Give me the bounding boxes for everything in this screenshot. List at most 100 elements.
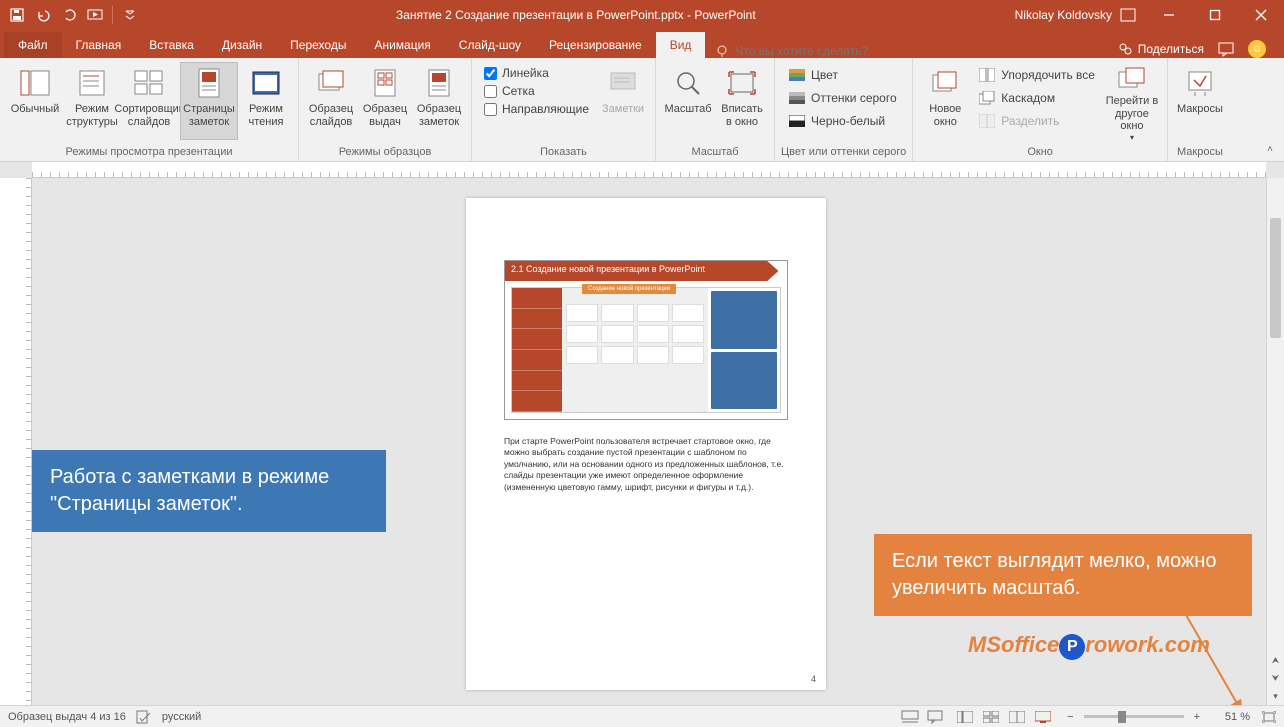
outline-view-button[interactable]: Режим структуры <box>66 62 118 140</box>
watermark-logo: MSofficeProwork.com <box>968 632 1210 660</box>
user-name: Nikolay Koldovsky <box>1015 8 1112 22</box>
notes-master-button[interactable]: Образец заметок <box>413 62 465 140</box>
tell-me-input[interactable] <box>735 44 905 58</box>
notes-page-button[interactable]: Страницы заметок <box>180 62 238 140</box>
tab-file[interactable]: Файл <box>4 32 62 58</box>
group-show: Линейка Сетка Направляющие Заметки Показ… <box>472 58 656 161</box>
fit-to-window-button[interactable]: Вписать в окно <box>716 62 768 140</box>
status-bar: Образец выдач 4 из 16 русский − + 51 % <box>0 705 1284 727</box>
slide-body: Создание новой презентации <box>511 287 781 413</box>
tab-review[interactable]: Рецензирование <box>535 32 656 58</box>
slide-title: 2.1 Создание новой презентации в PowerPo… <box>505 261 787 281</box>
zoom-out-button[interactable]: − <box>1063 711 1077 723</box>
vertical-scrollbar[interactable]: ⮝ ⮟ ▾ <box>1266 178 1284 705</box>
reading-view-icon[interactable] <box>1005 708 1029 726</box>
ribbon: Обычный Режим структуры Сортировщик слай… <box>0 58 1284 162</box>
reading-view-button[interactable]: Режим чтения <box>240 62 292 140</box>
minimize-button[interactable] <box>1146 0 1192 30</box>
notes-text[interactable]: При старте PowerPoint пользователя встре… <box>504 436 788 493</box>
share-button[interactable]: Поделиться <box>1118 42 1204 56</box>
normal-view-button[interactable]: Обычный <box>6 62 64 140</box>
work-area: ⮝ ⮟ ▾ 2.1 Создание новой презентации в P… <box>0 162 1284 705</box>
maximize-button[interactable] <box>1192 0 1238 30</box>
tab-slideshow[interactable]: Слайд-шоу <box>445 32 535 58</box>
annotation-orange: Если текст выглядит мелко, можно увеличи… <box>874 534 1252 616</box>
slide-master-button[interactable]: Образец слайдов <box>305 62 357 140</box>
comments-button[interactable] <box>927 710 943 724</box>
canvas[interactable]: 2.1 Создание новой презентации в PowerPo… <box>32 178 1266 705</box>
black-white-button[interactable]: Черно-белый <box>785 110 901 132</box>
close-button[interactable] <box>1238 0 1284 30</box>
color-button[interactable]: Цвет <box>785 64 901 86</box>
tab-insert[interactable]: Вставка <box>135 32 208 58</box>
tab-view[interactable]: Вид <box>656 32 706 58</box>
handout-master-button[interactable]: Образец выдач <box>359 62 411 140</box>
grayscale-button[interactable]: Оттенки серого <box>785 87 901 109</box>
start-from-beginning-button[interactable] <box>84 4 106 26</box>
notes-button[interactable]: Заметки <box>597 62 649 140</box>
macros-button[interactable]: Макросы <box>1174 62 1226 140</box>
qat-customize-button[interactable] <box>119 4 141 26</box>
guides-checkbox[interactable]: Направляющие <box>484 102 589 116</box>
vertical-ruler[interactable] <box>0 178 32 705</box>
slide-thumbnail[interactable]: 2.1 Создание новой презентации в PowerPo… <box>504 260 788 420</box>
collapse-ribbon-button[interactable]: ˄ <box>1262 141 1278 157</box>
slideshow-view-icon[interactable] <box>1031 708 1055 726</box>
share-icon <box>1118 42 1132 56</box>
tell-me-search[interactable] <box>705 44 915 58</box>
fit-button[interactable] <box>1262 711 1276 723</box>
arrange-all-button[interactable]: Упорядочить все <box>975 64 1099 86</box>
switch-windows-button[interactable]: Перейти в другое окно▾ <box>1103 62 1161 140</box>
tab-design[interactable]: Дизайн <box>208 32 276 58</box>
gridlines-checkbox[interactable]: Сетка <box>484 84 589 98</box>
ruler-checkbox[interactable]: Линейка <box>484 66 589 80</box>
scrollbar-thumb[interactable] <box>1270 218 1281 338</box>
zoom-button[interactable]: Масштаб <box>662 62 714 140</box>
user-icon <box>1120 8 1136 22</box>
ribbon-tabs: Файл Главная Вставка Дизайн Переходы Ани… <box>0 30 1284 58</box>
tab-transitions[interactable]: Переходы <box>276 32 360 58</box>
user-area[interactable]: Nikolay Koldovsky <box>1005 8 1146 22</box>
group-window: Новое окно Упорядочить все Каскадом Разд… <box>913 58 1168 161</box>
app-name: PowerPoint <box>694 8 755 22</box>
move-split-button[interactable]: Разделить <box>975 110 1099 132</box>
save-button[interactable] <box>6 4 28 26</box>
normal-view-icon[interactable] <box>953 708 977 726</box>
prev-slide-button[interactable]: ⮝ <box>1267 651 1284 669</box>
status-slide-count[interactable]: Образец выдач 4 из 16 <box>8 711 126 723</box>
horizontal-ruler[interactable] <box>32 162 1266 178</box>
redo-button[interactable] <box>58 4 80 26</box>
status-language[interactable]: русский <box>162 711 201 723</box>
view-buttons <box>953 708 1055 726</box>
comments-icon[interactable] <box>1218 41 1234 57</box>
feedback-smiley-icon[interactable]: ☺ <box>1248 40 1266 58</box>
notes-page[interactable]: 2.1 Создание новой презентации в PowerPo… <box>466 198 826 690</box>
lightbulb-icon <box>715 44 729 58</box>
notes-toggle-button[interactable] <box>901 710 919 724</box>
group-zoom: Масштаб Вписать в окно Масштаб <box>656 58 775 161</box>
quick-access-toolbar <box>0 4 147 26</box>
new-window-button[interactable]: Новое окно <box>919 62 971 140</box>
group-color-grayscale: Цвет Оттенки серого Черно-белый Цвет или… <box>775 58 913 161</box>
zoom-level[interactable]: 51 % <box>1210 711 1250 723</box>
next-slide-button[interactable]: ⮟ <box>1267 669 1284 687</box>
group-presentation-views: Обычный Режим структуры Сортировщик слай… <box>0 58 299 161</box>
zoom-slider[interactable] <box>1084 715 1184 718</box>
slide-sorter-button[interactable]: Сортировщик слайдов <box>120 62 178 140</box>
cascade-button[interactable]: Каскадом <box>975 87 1099 109</box>
spellcheck-icon[interactable] <box>136 710 152 724</box>
scroll-end-button[interactable]: ▾ <box>1267 687 1284 705</box>
title-bar: Занятие 2 Создание презентации в PowerPo… <box>0 0 1284 30</box>
tab-home[interactable]: Главная <box>62 32 136 58</box>
annotation-blue: Работа с заметками в режиме "Страницы за… <box>32 450 386 532</box>
tab-animations[interactable]: Анимация <box>360 32 444 58</box>
sorter-view-icon[interactable] <box>979 708 1003 726</box>
window-title: Занятие 2 Создание презентации в PowerPo… <box>147 8 1005 22</box>
zoom-in-button[interactable]: + <box>1190 711 1204 723</box>
undo-button[interactable] <box>32 4 54 26</box>
doc-title: Занятие 2 Создание презентации в PowerPo… <box>396 8 684 22</box>
group-macros: Макросы Макросы <box>1168 58 1232 161</box>
page-number: 4 <box>811 674 816 684</box>
zoom-controls: − + 51 % <box>1063 711 1276 723</box>
group-master-views: Образец слайдов Образец выдач Образец за… <box>299 58 472 161</box>
